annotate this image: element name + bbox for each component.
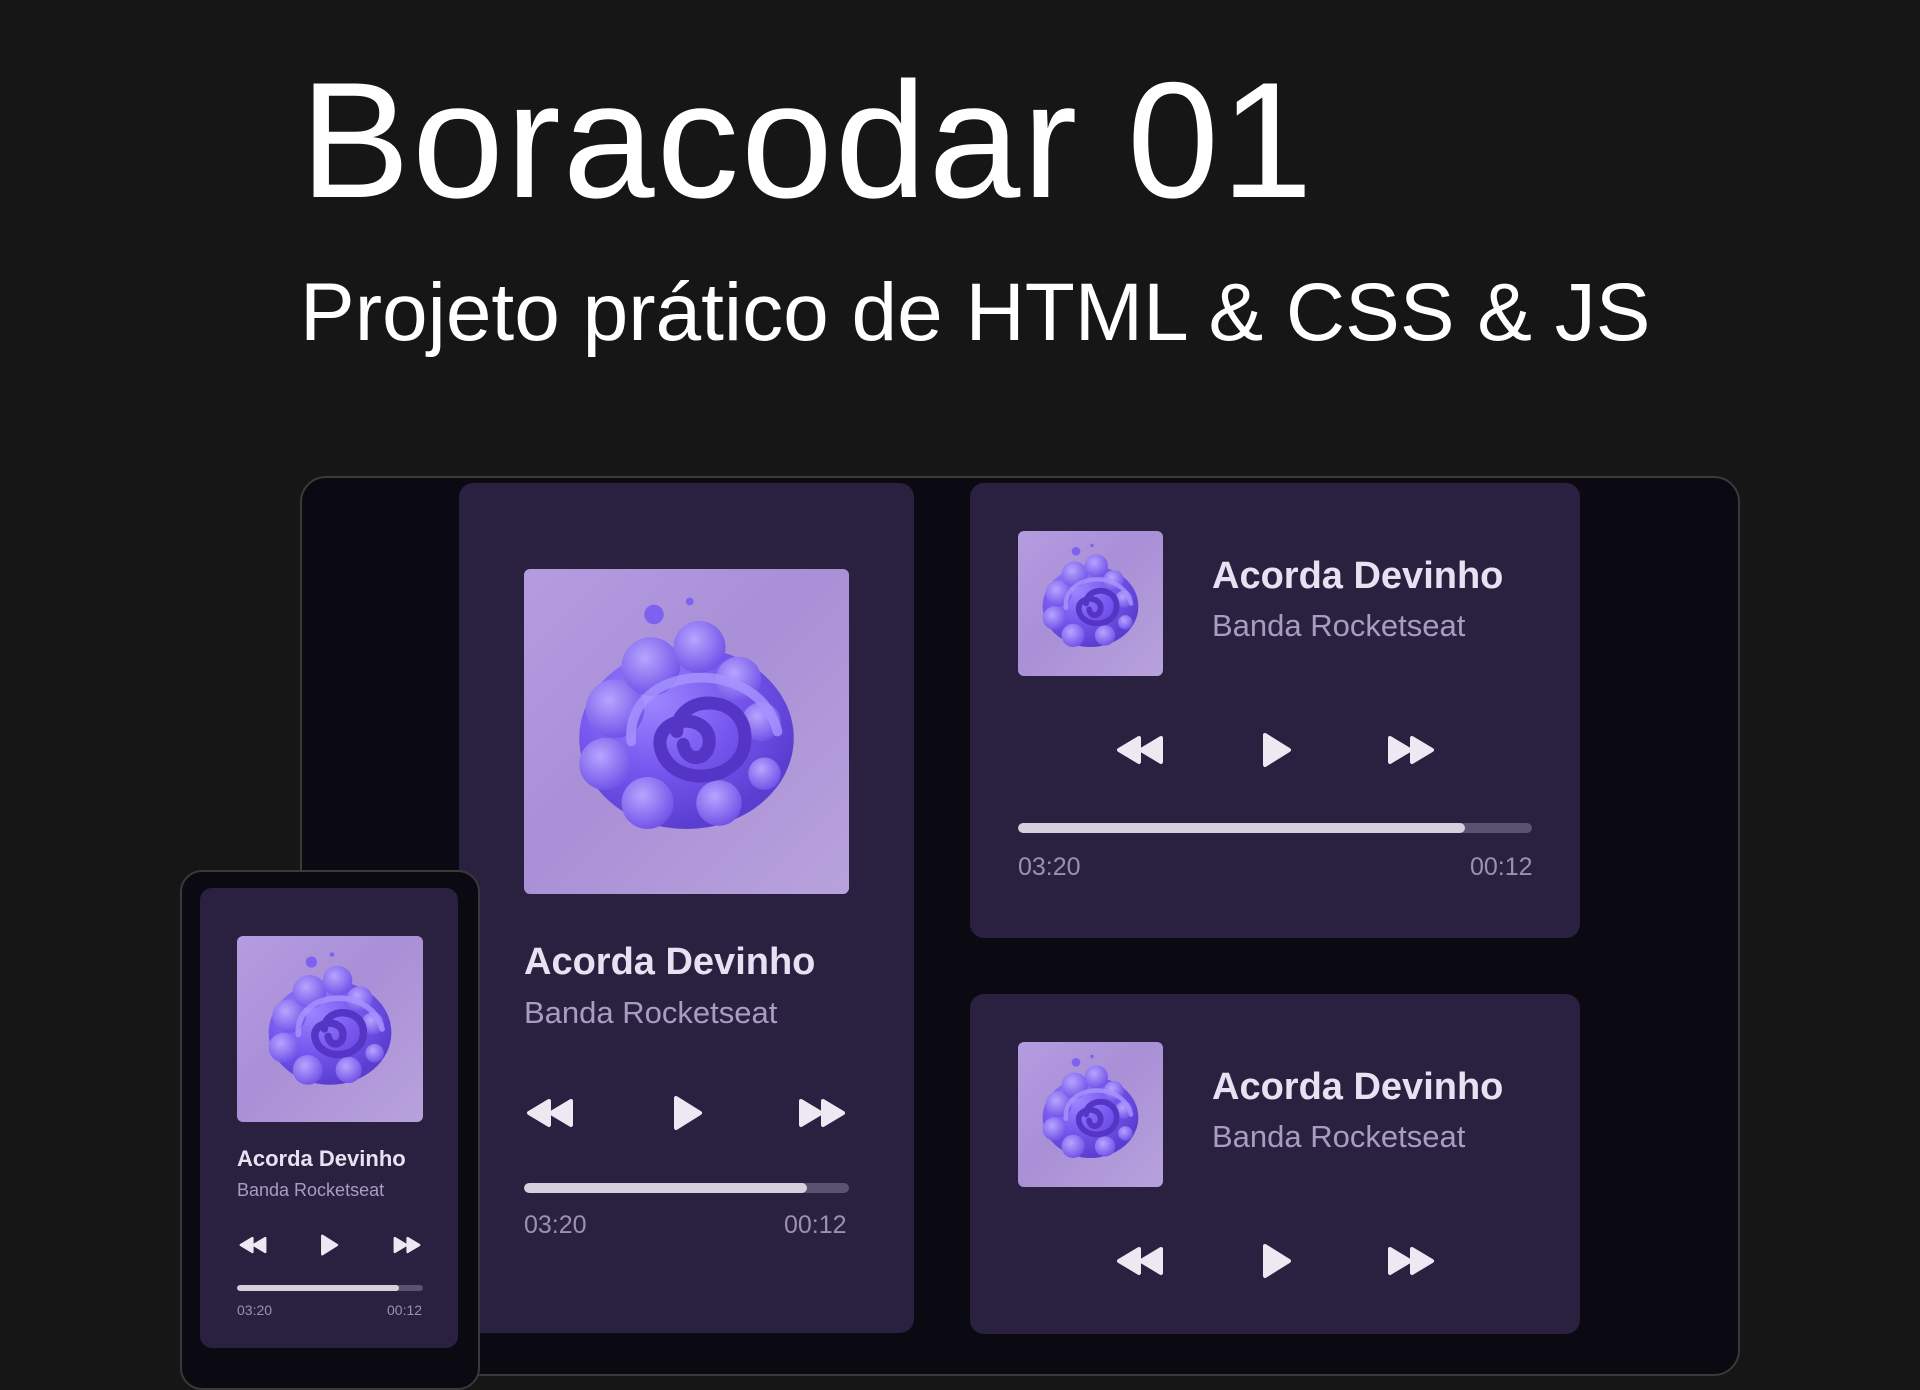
- fast-forward-icon: [798, 1098, 846, 1128]
- progress-fill: [237, 1285, 399, 1291]
- fast-forward-button[interactable]: [391, 1230, 423, 1260]
- progress-bar[interactable]: [1018, 823, 1532, 833]
- play-button[interactable]: [1250, 725, 1302, 775]
- abstract-art: [268, 952, 392, 1085]
- rewind-button[interactable]: [524, 1088, 576, 1138]
- elapsed-time: 03:20: [237, 1302, 273, 1318]
- rewind-button[interactable]: [1114, 1236, 1166, 1286]
- remaining-time: 00:12: [387, 1302, 423, 1318]
- progress-bar[interactable]: [524, 1183, 849, 1193]
- play-button[interactable]: [313, 1230, 345, 1260]
- elapsed-time: 03:20: [524, 1211, 587, 1239]
- remaining-time: 00:12: [1470, 853, 1533, 881]
- play-icon: [1260, 732, 1292, 768]
- artist-name: Banda Rocketseat: [237, 1180, 385, 1200]
- play-button[interactable]: [1250, 1236, 1302, 1286]
- page-subtitle: Projeto prático de HTML & CSS & JS: [300, 267, 1651, 358]
- rewind-icon: [526, 1098, 574, 1128]
- fast-forward-icon: [1387, 1246, 1435, 1276]
- play-icon: [671, 1095, 703, 1131]
- album-cover: [1018, 531, 1163, 676]
- song-title: Acorda Devinho: [237, 1146, 406, 1171]
- abstract-art: [1042, 543, 1139, 647]
- album-cover: [237, 936, 423, 1122]
- artist-name: Banda Rocketseat: [1212, 1119, 1466, 1154]
- rewind-button[interactable]: [1114, 725, 1166, 775]
- page-title: Boracodar 01: [300, 48, 1315, 232]
- fast-forward-button[interactable]: [796, 1088, 848, 1138]
- song-title: Acorda Devinho: [1212, 1066, 1504, 1108]
- progress-bar[interactable]: [237, 1285, 423, 1291]
- progress-fill: [1018, 823, 1466, 833]
- song-title: Acorda Devinho: [1212, 555, 1504, 597]
- song-title: Acorda Devinho: [524, 941, 816, 983]
- fast-forward-icon: [393, 1236, 421, 1254]
- player-card-mobile: Acorda Devinho Banda Rocketseat 03:20 00…: [200, 888, 458, 1348]
- play-icon: [1260, 1243, 1292, 1279]
- rewind-icon: [1116, 735, 1164, 765]
- abstract-art: [1042, 1054, 1139, 1158]
- player-card-vertical: Acorda Devinho Banda Rocketseat 03:20 00…: [459, 483, 914, 1333]
- album-cover: [1018, 1042, 1163, 1187]
- elapsed-time: 03:20: [1018, 853, 1081, 881]
- player-card-horizontal-compact: Acorda Devinho Banda Rocketseat: [970, 994, 1580, 1334]
- progress-fill: [524, 1183, 807, 1193]
- rewind-button[interactable]: [237, 1230, 269, 1260]
- play-button[interactable]: [661, 1088, 713, 1138]
- rewind-icon: [1116, 1246, 1164, 1276]
- fast-forward-button[interactable]: [1385, 725, 1437, 775]
- album-cover: [524, 569, 849, 894]
- artist-name: Banda Rocketseat: [1212, 608, 1466, 643]
- play-icon: [319, 1234, 339, 1256]
- artist-name: Banda Rocketseat: [524, 995, 778, 1030]
- fast-forward-icon: [1387, 735, 1435, 765]
- fast-forward-button[interactable]: [1385, 1236, 1437, 1286]
- abstract-art: [579, 597, 794, 829]
- rewind-icon: [239, 1236, 267, 1254]
- remaining-time: 00:12: [784, 1211, 847, 1239]
- player-card-horizontal: Acorda Devinho Banda Rocketseat 03:20 00…: [970, 483, 1580, 938]
